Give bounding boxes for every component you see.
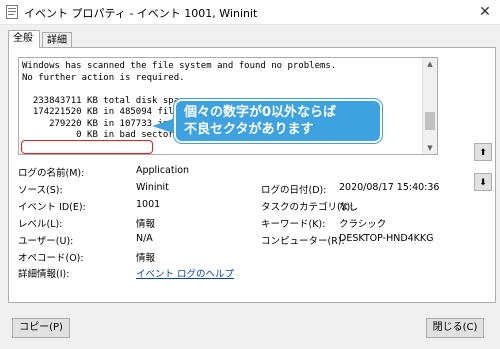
keyword-label: キーワード(K):: [261, 219, 326, 230]
opcode-label: オペコード(O):: [18, 253, 84, 264]
bad-sectors-highlight: [21, 140, 153, 154]
tab-general[interactable]: 全般: [8, 30, 40, 48]
event-viewer-icon: [6, 5, 18, 19]
event-id-label: イベント ID(E):: [18, 202, 86, 213]
close-icon[interactable]: ✕: [476, 3, 494, 21]
scroll-down-arrow-icon[interactable]: ▼: [423, 142, 437, 154]
close-button[interactable]: 閉じる(C): [426, 318, 484, 338]
computer-label: コンピューター(R):: [261, 236, 345, 247]
scroll-up-arrow-icon[interactable]: ▲: [423, 58, 437, 70]
copy-button[interactable]: コピー(P): [12, 318, 70, 338]
more-info-label: 詳細情報(I):: [18, 269, 70, 280]
window-title: イベント プロパティ - イベント 1001, Wininit: [24, 7, 258, 20]
event-id-value: 1001: [136, 199, 161, 210]
computer-value: DESKTOP-HND4KKG: [339, 233, 434, 244]
annotation-callout: 個々の数字が0以外ならば 不良セクタがあります: [174, 99, 382, 143]
tab-details[interactable]: 詳細: [42, 32, 72, 48]
callout-text: 個々の数字が0以外ならば 不良セクタがあります: [184, 105, 337, 137]
keyword-value: クラシック: [339, 219, 387, 230]
user-label: ユーザー(U):: [18, 236, 74, 247]
callout-pointer: [152, 118, 176, 134]
logged-date-value: 2020/08/17 15:40:36: [339, 182, 440, 193]
next-event-button[interactable]: ⬇: [474, 173, 492, 191]
level-label: レベル(L):: [18, 219, 63, 230]
logged-date-label: ログの日付(D):: [261, 185, 327, 196]
source-value: Wininit: [136, 182, 169, 193]
previous-event-button[interactable]: ⬆: [474, 143, 492, 161]
task-category-value: なし: [339, 202, 359, 213]
title-bar: イベント プロパティ - イベント 1001, Wininit ✕: [0, 0, 500, 25]
user-value: N/A: [136, 233, 153, 244]
log-name-value: Application: [136, 165, 190, 176]
description-scrollbar[interactable]: ▲ ▼: [422, 58, 437, 154]
opcode-value: 情報: [136, 253, 156, 264]
scroll-thumb[interactable]: [425, 112, 435, 130]
log-name-label: ログの名前(M):: [18, 168, 85, 179]
event-log-help-link[interactable]: イベント ログのヘルプ: [136, 266, 234, 280]
source-label: ソース(S):: [18, 185, 63, 196]
level-value: 情報: [136, 219, 156, 230]
